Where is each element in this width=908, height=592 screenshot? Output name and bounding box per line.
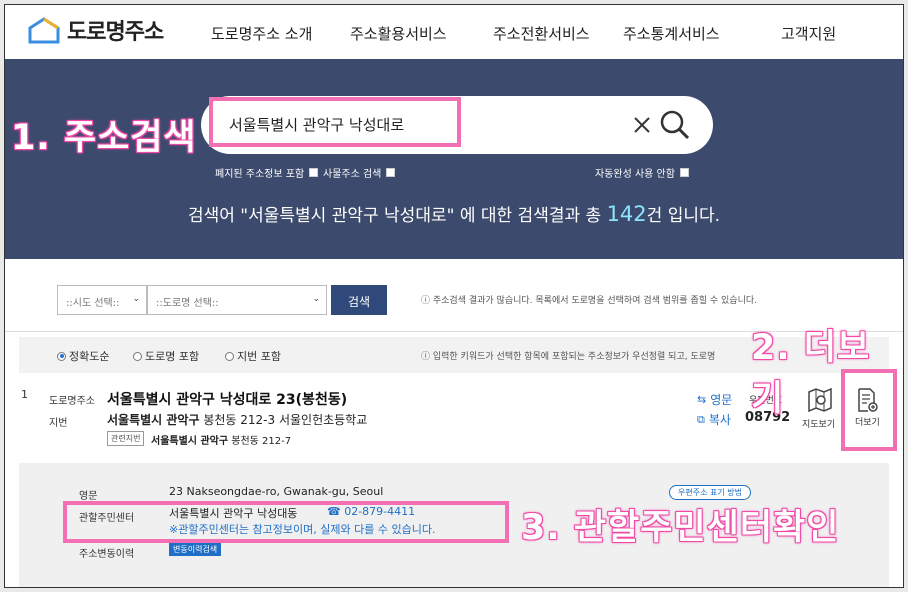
screenshot-frame: 도로명주소 도로명주소 소개 주소활용서비스 주소전환서비스 주소통계서비스 고… [4,4,904,588]
postal-format-pill[interactable]: 우편주소 표기 방법 [669,485,751,500]
site-logo[interactable]: 도로명주소 [27,14,164,46]
highlight-search [209,97,461,147]
filter-row: ::시도 선택:: ⌄ ::도로명 선택:: ⌄ 검색 ⓘ 주소검색 결과가 많… [5,285,903,315]
checkbox[interactable] [679,168,689,177]
checkbox[interactable] [386,168,396,177]
result-prefix: 검색어 "서울특별시 관악구 낙성대로" 에 대한 검색결과 총 [187,206,602,226]
history-label: 주소변동이력 [79,549,135,560]
sort-accuracy[interactable]: 정확도순 [57,348,109,364]
jibun-address: 서울특별시 관악구 봉천동 212-3 서울인헌초등학교 [107,411,367,428]
sort-road[interactable]: 도로명 포함 [133,348,199,364]
sort-note: ⓘ 입력한 키워드가 선택한 항목에 포함되는 주소정보가 우선정렬 되고, 도… [421,352,716,362]
option-disable-autocomplete[interactable]: 자동완성 사용 안함 [595,165,689,180]
annotation-step3: 3. 관할주민센터확인 [521,508,840,548]
clear-icon[interactable] [631,114,653,136]
road-placeholder: ::도로명 선택:: [156,298,219,309]
filter-search-button[interactable]: 검색 [331,285,387,315]
filter-note: ⓘ 주소검색 결과가 많습니다. 목록에서 도로명을 선택하여 검색 범위를 좁… [421,296,757,306]
search-icon[interactable] [659,109,691,141]
copy-button[interactable]: ⧉ 복사 [697,411,731,428]
chevron-down-icon: ⌄ [132,294,140,304]
radio-label: 지번 포함 [237,350,281,363]
nav-support[interactable]: 고객지원 [781,23,836,44]
swap-arrows-icon: ⇆ [697,393,707,406]
english-address-label: 영문 [79,491,98,502]
annotation-step2: 2. 더보기 [751,328,871,419]
related-jibun-tag: 관련지번 [107,431,145,446]
top-navigation: 도로명주소 도로명주소 소개 주소활용서비스 주소전환서비스 주소통계서비스 고… [5,5,903,59]
related-rest: 봉천동 212-7 [231,436,292,447]
jibun-rest: 봉천동 212-3 서울인헌초등학교 [203,413,368,427]
radio-selected[interactable] [57,351,66,361]
logo-text: 도로명주소 [67,20,164,45]
english-label: 영문 [710,393,733,407]
english-address: 23 Nakseongdae-ro, Gwanak-gu, Seoul [169,485,384,498]
jibun-bold: 서울특별시 관악구 [107,413,200,427]
highlight-center [63,501,509,543]
sido-select[interactable]: ::시도 선택:: ⌄ [57,285,147,315]
radio[interactable] [225,351,234,361]
result-count: 142 [606,202,647,226]
english-button[interactable]: ⇆ 영문 [697,391,732,408]
option-label: 사물주소 검색 [323,169,382,180]
option-label: 자동완성 사용 안함 [595,169,675,180]
nav-statistics[interactable]: 주소통계서비스 [623,23,720,44]
radio-label: 도로명 포함 [145,350,200,363]
copy-icon: ⧉ [697,412,705,426]
sort-jibun[interactable]: 지번 포함 [225,348,281,364]
house-logo-icon [28,17,60,44]
result-index: 1 [21,388,28,401]
radio-label: 정확도순 [69,350,110,363]
option-include-abolished[interactable]: 폐지된 주소정보 포함 [215,165,319,180]
radio[interactable] [133,351,142,361]
road-label: 도로명주소 [49,396,95,407]
road-address[interactable]: 서울특별시 관악구 낙성대로 23(봉천동) [107,389,347,409]
result-suffix: 건 입니다. [646,206,721,226]
result-summary: 검색어 "서울특별시 관악구 낙성대로" 에 대한 검색결과 총 142건 입니… [5,201,903,226]
related-bold: 서울특별시 관악구 [151,436,229,447]
option-label: 폐지된 주소정보 포함 [215,169,305,180]
copy-label: 복사 [708,413,731,427]
sido-placeholder: ::시도 선택:: [66,298,120,309]
jibun-label: 지번 [49,418,68,429]
checkbox[interactable] [309,168,319,177]
nav-conversion[interactable]: 주소전환서비스 [493,23,590,44]
history-search-button[interactable]: 변동이력검색 [169,543,222,556]
related-jibun: 서울특별시 관악구 봉천동 212-7 [151,432,291,447]
chevron-down-icon: ⌄ [312,294,320,304]
road-select[interactable]: ::도로명 선택:: ⌄ [147,285,327,315]
nav-intro[interactable]: 도로명주소 소개 [211,23,312,44]
option-object-address[interactable]: 사물주소 검색 [323,165,396,180]
nav-services[interactable]: 주소활용서비스 [350,23,447,44]
annotation-step1: 1. 주소검색 [11,118,197,158]
